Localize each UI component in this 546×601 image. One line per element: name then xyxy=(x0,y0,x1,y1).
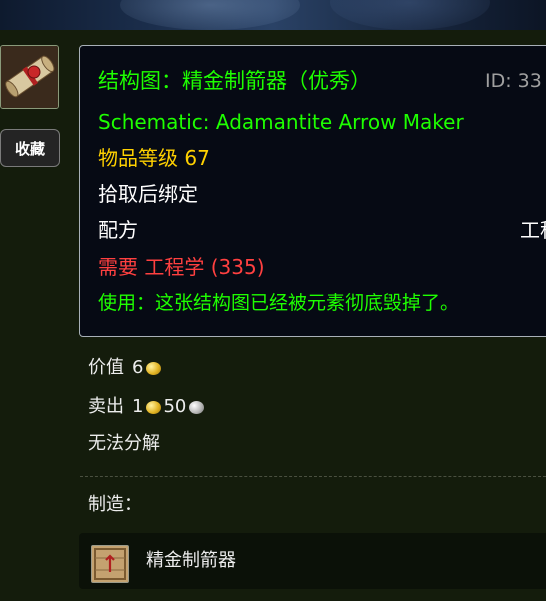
price-gold-value: 6 xyxy=(132,357,144,378)
sell-gold-value: 1 xyxy=(132,396,144,417)
sell-silver-value: 50 xyxy=(163,396,187,417)
item-type-label: 配方 xyxy=(98,218,138,242)
wooden-crate-icon xyxy=(91,545,129,583)
crafted-item-row[interactable]: 精金制箭器 xyxy=(79,533,546,589)
disenchant-status: 无法分解 xyxy=(88,433,160,454)
silver-coin-icon xyxy=(189,400,205,414)
scroll-schematic-icon[interactable] xyxy=(0,45,59,109)
sell-label: 卖出 xyxy=(88,396,124,417)
gold-coin-icon xyxy=(146,400,162,414)
item-subtype-label: 工程 xyxy=(520,218,546,242)
use-effect-text: 使用：这张结构图已经被元素彻底毁掉了。 xyxy=(98,292,460,314)
item-id: ID: 33 xyxy=(485,70,542,92)
favorite-button[interactable]: 收藏 xyxy=(0,129,60,167)
price-row: 价值 6 xyxy=(88,356,163,380)
price-label: 价值 xyxy=(88,357,124,378)
crafting-label: 制造： xyxy=(88,494,142,515)
section-divider xyxy=(80,476,546,477)
item-title-cn: 结构图：精金制箭器（优秀） xyxy=(98,69,371,93)
item-level: 物品等级 67 xyxy=(98,146,210,170)
crafted-item-name[interactable]: 精金制箭器 xyxy=(146,549,236,573)
sell-row: 卖出 1 50 xyxy=(88,395,206,419)
header-banner-image xyxy=(0,0,546,30)
item-name-en: Schematic: Adamantite Arrow Maker xyxy=(98,110,464,134)
item-tooltip: 结构图：精金制箭器（优秀） ID: 33 Schematic: Adamanti… xyxy=(79,45,546,337)
skill-requirement: 需要 工程学 (335) xyxy=(98,255,265,279)
binding-text: 拾取后绑定 xyxy=(98,182,198,206)
gold-coin-icon xyxy=(146,361,162,375)
